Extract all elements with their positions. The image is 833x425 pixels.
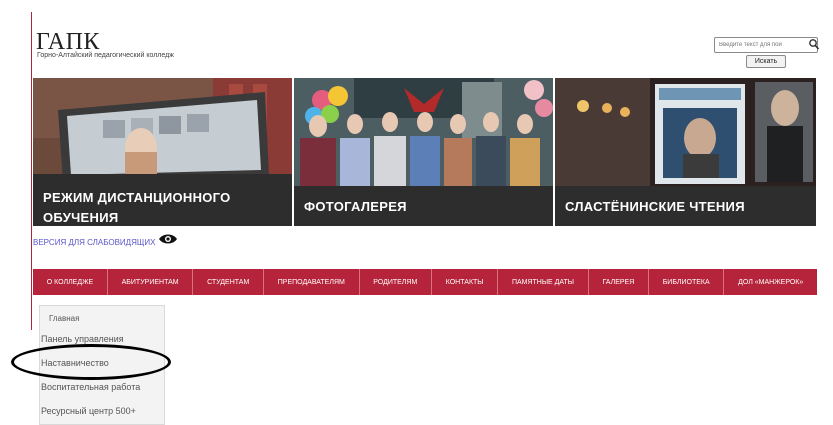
search-button[interactable]: Искать (746, 55, 786, 68)
banner-photo-gallery[interactable]: ФОТОГАЛЕРЕЯ (294, 78, 553, 226)
nav-dol-manzherok[interactable]: ДОЛ «МАНЖЕРОК» (724, 269, 817, 295)
highlight-oval (11, 344, 171, 380)
banner-caption-line2: ОБУЧЕНИЯ (43, 210, 119, 225)
banner-caption: РЕЖИМ ДИСТАНЦИОННОГО ОБУЧЕНИЯ (33, 174, 292, 226)
menu-item-educational-work[interactable]: Воспитательная работа (41, 382, 140, 392)
menu-item-control-panel[interactable]: Панель управления (41, 334, 124, 344)
nav-teachers[interactable]: ПРЕПОДАВАТЕЛЯМ (264, 269, 360, 295)
menu-item-resource-center[interactable]: Ресурсный центр 500+ (41, 406, 136, 416)
visually-impaired-label: ВЕРСИЯ ДЛЯ СЛАБОВИДЯЩИХ (33, 238, 156, 247)
site-subtitle: Горно-Алтайский педагогический колледж (37, 52, 174, 59)
banner-caption-line1: РЕЖИМ ДИСТАНЦИОННОГО (43, 190, 231, 205)
banner-slastenin-readings[interactable]: СЛАСТЁНИНСКИЕ ЧТЕНИЯ (555, 78, 816, 226)
menu-item-home[interactable]: Главная (49, 314, 79, 323)
page-left-border (31, 12, 32, 330)
main-navbar: О КОЛЛЕДЖЕ АБИТУРИЕНТАМ СТУДЕНТАМ ПРЕПОД… (33, 269, 817, 295)
banner-caption: ФОТОГАЛЕРЕЯ (294, 186, 553, 226)
nav-contacts[interactable]: КОНТАКТЫ (432, 269, 499, 295)
nav-library[interactable]: БИБЛИОТЕКА (649, 269, 725, 295)
nav-parents[interactable]: РОДИТЕЛЯМ (360, 269, 433, 295)
nav-about-college[interactable]: О КОЛЛЕДЖЕ (33, 269, 108, 295)
nav-memorable-dates[interactable]: ПАМЯТНЫЕ ДАТЫ (498, 269, 589, 295)
search-icon[interactable] (808, 38, 820, 51)
search-input[interactable] (714, 37, 818, 53)
nav-students[interactable]: СТУДЕНТАМ (193, 269, 265, 295)
nav-gallery[interactable]: ГАЛЕРЕЯ (589, 269, 649, 295)
eye-icon (159, 234, 178, 243)
visually-impaired-version-link[interactable]: ВЕРСИЯ ДЛЯ СЛАБОВИДЯЩИХ (33, 234, 178, 247)
banner-distance-learning[interactable]: РЕЖИМ ДИСТАНЦИОННОГО ОБУЧЕНИЯ (33, 78, 292, 226)
banner-caption: СЛАСТЁНИНСКИЕ ЧТЕНИЯ (555, 186, 816, 226)
nav-applicants[interactable]: АБИТУРИЕНТАМ (108, 269, 194, 295)
